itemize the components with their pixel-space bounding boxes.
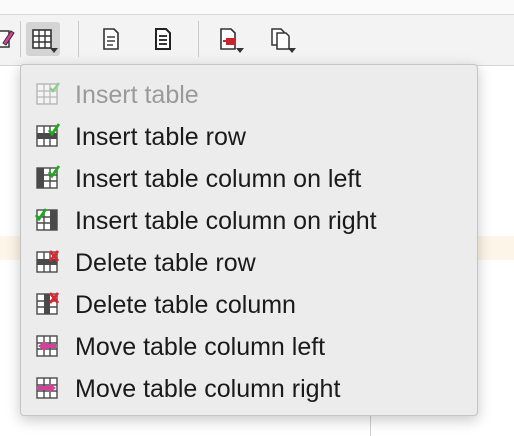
menu-item-move-column-right[interactable]: Move table column right [21, 367, 477, 409]
editor-line-highlight [478, 236, 514, 260]
table-row-delete-icon [36, 250, 60, 273]
menu-item-label: Insert table column on right [75, 207, 377, 235]
table-row-insert-icon [36, 123, 61, 147]
menu-item-label: Insert table column on left [75, 165, 362, 193]
document-lines-icon [155, 28, 171, 50]
editor-line-highlight [0, 236, 20, 260]
toolbar-separator [198, 21, 199, 57]
menu-item-label: Insert table row [75, 123, 246, 151]
table-column-delete-icon [36, 292, 60, 315]
chevron-down-icon [288, 48, 296, 53]
table-column-insert-right-icon [35, 208, 58, 231]
menu-item-insert-column-right[interactable]: Insert table column on right [21, 199, 477, 241]
editor-toolbar [0, 15, 514, 66]
document-export-button[interactable] [212, 22, 246, 56]
menu-item-insert-table[interactable]: Insert table [21, 73, 477, 115]
chevron-down-icon [50, 48, 58, 53]
menu-item-delete-table-row[interactable]: Delete table row [21, 241, 477, 283]
menu-item-label: Move table column right [75, 375, 341, 403]
table-column-move-left-icon [36, 335, 58, 357]
window-top-edge [0, 0, 514, 15]
edit-icon [0, 30, 15, 48]
document-button[interactable] [94, 22, 128, 56]
table-dropdown-menu: Insert table Insert table row Insert tab… [20, 64, 478, 416]
document-lines-button[interactable] [146, 22, 180, 56]
chevron-down-icon [236, 48, 244, 53]
table-column-move-right-icon [36, 377, 58, 399]
menu-item-insert-table-row[interactable]: Insert table row [21, 115, 477, 157]
menu-item-move-column-left[interactable]: Move table column left [21, 325, 477, 367]
table-insert-icon [36, 82, 60, 105]
menu-item-delete-table-column[interactable]: Delete table column [21, 283, 477, 325]
toolbar-separator [78, 21, 79, 57]
edit-button[interactable] [0, 22, 20, 56]
menu-item-label: Delete table column [75, 291, 296, 319]
toolbar-separator [20, 21, 21, 57]
table-column-insert-left-icon [36, 165, 61, 189]
menu-item-insert-column-left[interactable]: Insert table column on left [21, 157, 477, 199]
document-icon [103, 28, 119, 50]
menu-item-label: Insert table [75, 81, 199, 109]
document-copy-button[interactable] [264, 22, 298, 56]
menu-item-label: Delete table row [75, 249, 256, 277]
table-menu-button[interactable] [26, 22, 60, 56]
menu-item-label: Move table column left [75, 333, 326, 361]
